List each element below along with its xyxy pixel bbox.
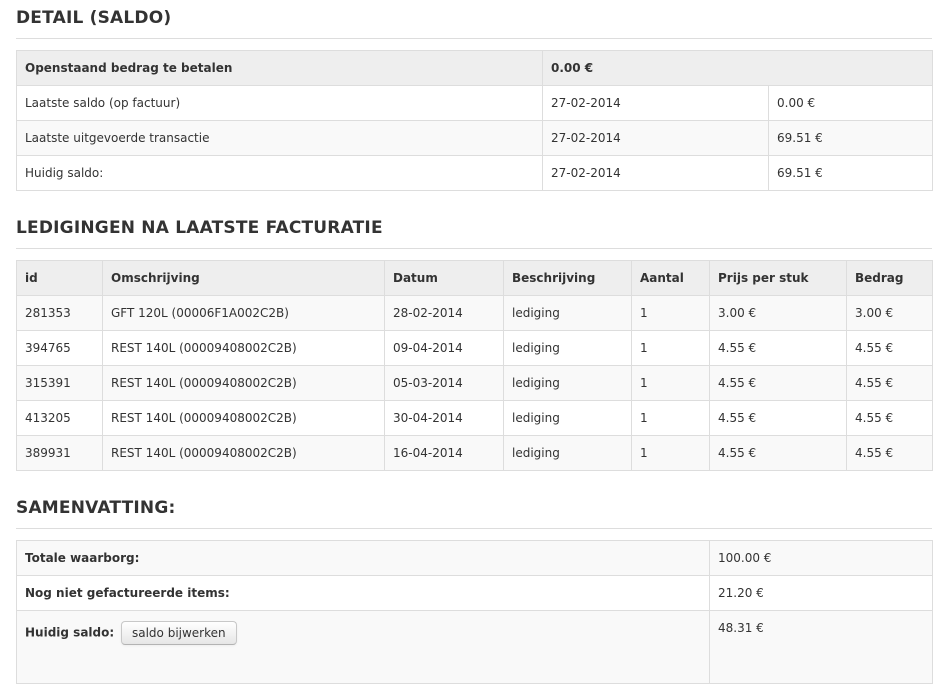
row-date: 27-02-2014 <box>542 120 769 156</box>
detail-table: Openstaand bedrag te betalen 0.00 € Laat… <box>16 50 934 191</box>
detail-title: DETAIL (SALDO) <box>16 8 172 28</box>
column-header-bedrag: Bedrag <box>846 260 933 296</box>
cell-bedrag: 4.55 € <box>846 330 933 366</box>
row-amount: 0.00 € <box>767 85 934 121</box>
row-label: Laatste uitgevoerde transactie <box>16 120 543 156</box>
samenvatting-divider <box>16 528 932 529</box>
cell-omschrijving: GFT 120L (00006F1A002C2B) <box>102 295 385 331</box>
huidig-saldo-value: 48.31 € <box>709 610 933 684</box>
table-row: 394765 REST 140L (00009408002C2B) 09-04-… <box>16 330 933 366</box>
niet-gefactureerd-value: 21.20 € <box>709 575 933 611</box>
cell-aantal: 1 <box>631 435 710 471</box>
table-row: 281353 GFT 120L (00006F1A002C2B) 28-02-2… <box>16 295 933 331</box>
cell-prijs: 4.55 € <box>709 435 847 471</box>
waarborg-value: 100.00 € <box>709 540 933 576</box>
row-amount: 69.51 € <box>767 120 934 156</box>
cell-aantal: 1 <box>631 400 710 436</box>
huidig-saldo-label: Huidig saldo: <box>25 625 115 640</box>
row-amount: 69.51 € <box>767 155 934 191</box>
cell-bedrag: 4.55 € <box>846 400 933 436</box>
cell-beschrijving: lediging <box>503 435 632 471</box>
cell-bedrag: 4.55 € <box>846 365 933 401</box>
cell-prijs: 4.55 € <box>709 330 847 366</box>
cell-beschrijving: lediging <box>503 295 632 331</box>
waarborg-label: Totale waarborg: <box>16 540 710 576</box>
cell-aantal: 1 <box>631 365 710 401</box>
table-row: Laatste saldo (op factuur) 27-02-2014 0.… <box>16 85 934 121</box>
saldo-bijwerken-button[interactable]: saldo bijwerken <box>120 621 237 645</box>
cell-omschrijving: REST 140L (00009408002C2B) <box>102 400 385 436</box>
column-header-prijs: Prijs per stuk <box>709 260 847 296</box>
cell-datum: 05-03-2014 <box>384 365 504 401</box>
summary-row-huidig-saldo: Huidig saldo: saldo bijwerken 48.31 € <box>16 610 933 684</box>
row-date: 27-02-2014 <box>542 85 769 121</box>
column-header-datum: Datum <box>384 260 504 296</box>
column-header-omschrijving: Omschrijving <box>102 260 385 296</box>
table-row: 413205 REST 140L (00009408002C2B) 30-04-… <box>16 400 933 436</box>
cell-aantal: 1 <box>631 330 710 366</box>
cell-omschrijving: REST 140L (00009408002C2B) <box>102 330 385 366</box>
cell-aantal: 1 <box>631 295 710 331</box>
summary-row-waarborg: Totale waarborg: 100.00 € <box>16 540 933 576</box>
summary-row-niet-gefactureerd: Nog niet gefactureerde items: 21.20 € <box>16 575 933 611</box>
cell-id: 394765 <box>16 330 103 366</box>
cell-id: 413205 <box>16 400 103 436</box>
detail-divider <box>16 38 932 39</box>
row-label: Laatste saldo (op factuur) <box>16 85 543 121</box>
cell-omschrijving: REST 140L (00009408002C2B) <box>102 435 385 471</box>
niet-gefactureerd-label: Nog niet gefactureerde items: <box>16 575 710 611</box>
ledigingen-title: LEDIGINGEN NA LAATSTE FACTURATIE <box>16 218 383 238</box>
cell-id: 281353 <box>16 295 103 331</box>
cell-bedrag: 3.00 € <box>846 295 933 331</box>
column-header-id: id <box>16 260 103 296</box>
outstanding-label: Openstaand bedrag te betalen <box>16 50 543 86</box>
ledigingen-divider <box>16 248 932 249</box>
cell-datum: 09-04-2014 <box>384 330 504 366</box>
cell-bedrag: 4.55 € <box>846 435 933 471</box>
cell-prijs: 4.55 € <box>709 365 847 401</box>
cell-id: 315391 <box>16 365 103 401</box>
samenvatting-title: SAMENVATTING: <box>16 498 176 518</box>
table-row: 315391 REST 140L (00009408002C2B) 05-03-… <box>16 365 933 401</box>
cell-datum: 28-02-2014 <box>384 295 504 331</box>
table-row: Laatste uitgevoerde transactie 27-02-201… <box>16 120 934 156</box>
cell-datum: 16-04-2014 <box>384 435 504 471</box>
row-date: 27-02-2014 <box>542 155 769 191</box>
cell-beschrijving: lediging <box>503 400 632 436</box>
column-header-beschrijving: Beschrijving <box>503 260 632 296</box>
cell-beschrijving: lediging <box>503 330 632 366</box>
outstanding-row: Openstaand bedrag te betalen 0.00 € <box>16 50 934 86</box>
cell-prijs: 4.55 € <box>709 400 847 436</box>
table-row: Huidig saldo: 27-02-2014 69.51 € <box>16 155 934 191</box>
table-row: 389931 REST 140L (00009408002C2B) 16-04-… <box>16 435 933 471</box>
cell-datum: 30-04-2014 <box>384 400 504 436</box>
column-header-aantal: Aantal <box>631 260 710 296</box>
cell-beschrijving: lediging <box>503 365 632 401</box>
ledigingen-table: id Omschrijving Datum Beschrijving Aanta… <box>16 260 933 471</box>
cell-prijs: 3.00 € <box>709 295 847 331</box>
table-header-row: id Omschrijving Datum Beschrijving Aanta… <box>16 260 933 296</box>
huidig-saldo-cell: Huidig saldo: saldo bijwerken <box>16 610 710 684</box>
outstanding-value: 0.00 € <box>541 50 934 86</box>
cell-id: 389931 <box>16 435 103 471</box>
row-label: Huidig saldo: <box>16 155 543 191</box>
samenvatting-table: Totale waarborg: 100.00 € Nog niet gefac… <box>16 540 933 684</box>
cell-omschrijving: REST 140L (00009408002C2B) <box>102 365 385 401</box>
